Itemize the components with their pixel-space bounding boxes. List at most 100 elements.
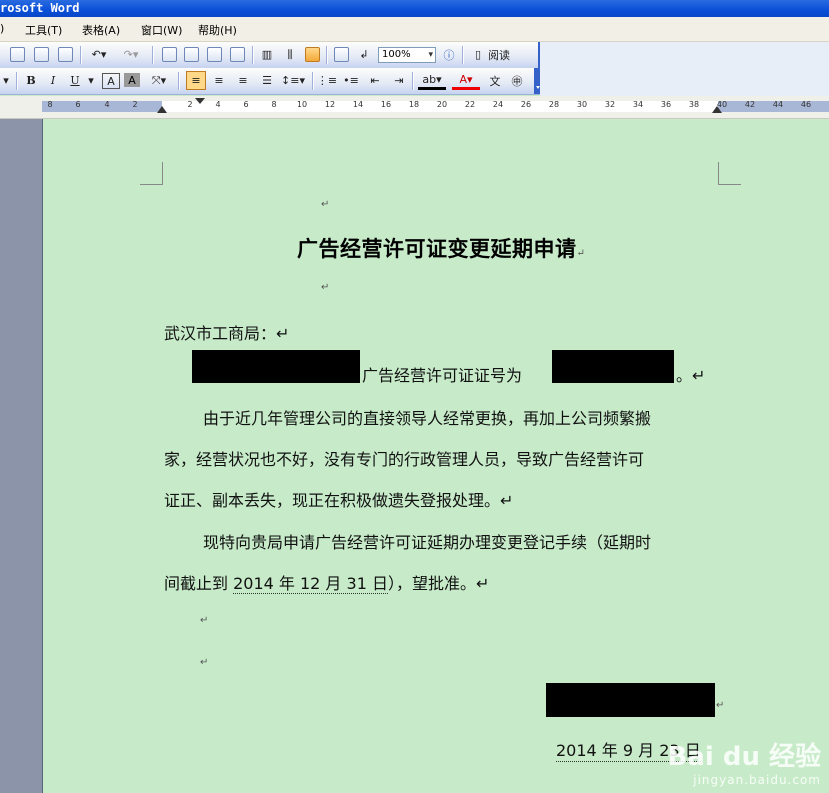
paragraph-marks-icon[interactable]: ↲ <box>356 45 372 64</box>
menu-item-partial[interactable]: ) <box>0 22 4 35</box>
redo-icon[interactable]: ↷▾ <box>118 45 144 64</box>
line-spacing-icon[interactable]: ↕≡▾ <box>280 71 306 90</box>
redaction-company-name <box>192 350 360 383</box>
ruler-number: 6 <box>75 100 81 109</box>
vertical-ruler-area <box>0 119 43 793</box>
paste-icon[interactable] <box>34 47 49 62</box>
increase-indent-icon[interactable]: ⇥ <box>390 71 408 90</box>
numbering-icon[interactable]: ⋮≡ <box>317 71 337 90</box>
right-indent-marker[interactable] <box>712 106 722 113</box>
document-title[interactable]: 广告经营许可证变更延期申请↵ <box>297 233 585 263</box>
menu-item-tools[interactable]: 工具(T) <box>25 22 62 38</box>
paragraph2-line1[interactable]: 现特向贵局申请广告经营许可证延期办理变更登记手续（延期时 <box>203 529 651 553</box>
zoom-dropdown[interactable]: 100% <box>378 47 436 63</box>
toolbar-separator <box>312 72 314 90</box>
underline-dropdown-icon[interactable]: ▾ <box>86 71 96 90</box>
toolbar-separator <box>462 46 464 64</box>
toolbar-separator <box>16 72 18 90</box>
window-title-bar: rosoft Word <box>0 0 829 17</box>
columns-icon[interactable]: ▥ <box>258 45 276 64</box>
decrease-indent-icon[interactable]: ⇤ <box>366 71 384 90</box>
font-size-dropdown-arrow-icon[interactable]: ▾ <box>0 71 12 90</box>
ruler-number: 8 <box>271 100 277 109</box>
ruler-number: 16 <box>380 100 392 109</box>
ruler-number: 22 <box>464 100 476 109</box>
char-scale-icon[interactable]: ⤧▾ <box>146 71 172 90</box>
hyperlink-icon[interactable] <box>162 47 177 62</box>
toolbar-separator <box>80 46 82 64</box>
license-line-text[interactable]: 广告经营许可证证号为 <box>362 362 522 386</box>
document-title-text: 广告经营许可证变更延期申请 <box>297 236 577 261</box>
ruler-number: 18 <box>408 100 420 109</box>
copy-icon[interactable] <box>10 47 25 62</box>
ruler-number: 24 <box>492 100 504 109</box>
bullets-icon[interactable]: •≡ <box>342 71 360 90</box>
paragraph-mark: ↵ <box>321 199 330 210</box>
paragraph-mark: ↵ <box>576 248 586 259</box>
ruler-number: 32 <box>604 100 616 109</box>
first-line-indent-marker[interactable] <box>195 98 205 104</box>
underline-button[interactable]: U <box>66 71 84 90</box>
paragraph-mark: ↵ <box>716 700 725 711</box>
tables-borders-icon[interactable] <box>184 47 199 62</box>
watermark-brand: Bai du 经验 <box>667 742 822 772</box>
ruler-number: 46 <box>800 100 812 109</box>
ruler-number: 14 <box>352 100 364 109</box>
salutation-line[interactable]: 武汉市工商局：↵ <box>164 320 289 344</box>
crop-mark-top-right <box>718 162 741 185</box>
toolbar-separator <box>326 46 328 64</box>
char-border-button[interactable]: A <box>102 73 120 89</box>
license-line-end[interactable]: 。↵ <box>676 362 705 386</box>
ruler-number: 36 <box>660 100 672 109</box>
ruler-number: 42 <box>744 100 756 109</box>
bold-button[interactable]: B <box>22 71 40 90</box>
ruler-number: 4 <box>104 100 110 109</box>
read-mode-button[interactable]: 阅读 <box>488 45 532 64</box>
show-hide-icon[interactable] <box>334 47 349 62</box>
paragraph2-line2-end: ），望批准。↵ <box>387 574 490 593</box>
undo-icon[interactable]: ↶▾ <box>86 45 112 64</box>
watermark-url: jingyan.baidu.com <box>693 773 821 787</box>
redaction-signature <box>546 683 715 717</box>
formatting-toolbar: ▾ B I U ▾ A A ⤧▾ ≡ ≡ ≡ ☰ ↕≡▾ ⋮≡ •≡ ⇤ ⇥ a… <box>0 68 542 95</box>
insert-table-icon[interactable] <box>207 47 222 62</box>
ruler-number: 30 <box>576 100 588 109</box>
document-map-icon[interactable] <box>305 47 320 62</box>
menu-item-window[interactable]: 窗口(W) <box>141 22 182 38</box>
toolbar-separator <box>252 46 254 64</box>
read-mode-icon[interactable]: ▯ <box>470 45 486 64</box>
left-indent-marker[interactable] <box>157 106 167 113</box>
paragraph1-line2[interactable]: 家，经营状况也不好，没有专门的行政管理人员，导致广告经营许可 <box>164 446 644 470</box>
toolbar-empty-area <box>540 42 829 69</box>
font-color-icon[interactable]: A▾ <box>452 71 480 90</box>
align-right-icon[interactable]: ≡ <box>234 71 252 90</box>
ruler-number: 26 <box>520 100 532 109</box>
highlight-icon[interactable]: ab▾ <box>418 71 446 90</box>
ruler-number: 28 <box>548 100 560 109</box>
drawing-icon[interactable]: ⫼ <box>281 45 299 64</box>
align-center-icon[interactable]: ≡ <box>210 71 228 90</box>
phonetic-guide-icon[interactable]: 文 <box>486 71 504 90</box>
paragraph1-line3[interactable]: 证正、副本丢失，现正在积极做遗失登报处理。↵ <box>164 487 513 511</box>
char-shading-button[interactable]: A <box>124 73 140 87</box>
ruler-number: 38 <box>688 100 700 109</box>
ruler-number: 2 <box>132 100 138 109</box>
align-justify-active-icon[interactable]: ≡ <box>186 71 206 90</box>
menu-item-table[interactable]: 表格(A) <box>82 22 120 38</box>
paragraph1-line1[interactable]: 由于近几年管理公司的直接领导人经常更换，再加上公司频繁搬 <box>203 405 651 429</box>
help-icon[interactable]: ⓘ <box>441 45 457 64</box>
menu-bar: ) 工具(T) 表格(A) 窗口(W) 帮助(H) <box>0 17 829 42</box>
enclose-characters-icon[interactable]: ㊥ <box>508 71 526 90</box>
distributed-align-icon[interactable]: ☰ <box>258 71 276 90</box>
ruler-number: 34 <box>632 100 644 109</box>
ruler-number: 6 <box>243 100 249 109</box>
paragraph2-line2-start: 间截止到 <box>164 574 234 593</box>
italic-button[interactable]: I <box>44 71 62 90</box>
horizontal-ruler[interactable]: 8 6 4 2 2 4 6 8 10 12 14 16 18 20 22 24 … <box>0 96 829 119</box>
format-painter-icon[interactable] <box>58 47 73 62</box>
insert-excel-icon[interactable] <box>230 47 245 62</box>
ruler-number: 2 <box>187 100 193 109</box>
toolbar-empty-area <box>540 68 829 96</box>
paragraph2-line2[interactable]: 间截止到 2014 年 12 月 31 日），望批准。↵ <box>164 570 489 594</box>
menu-item-help[interactable]: 帮助(H) <box>198 22 237 38</box>
